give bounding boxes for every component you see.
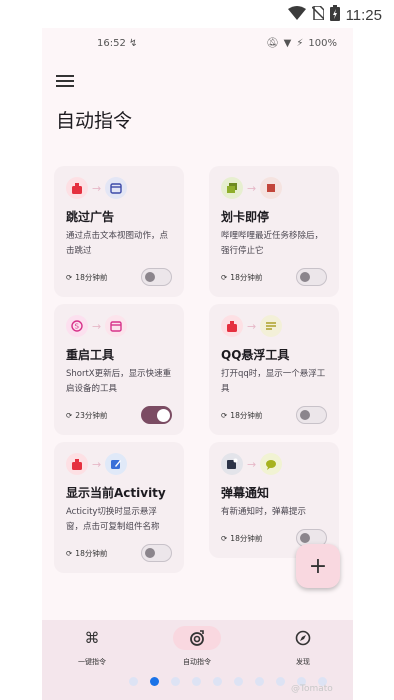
history-icon: ⟳	[66, 410, 73, 420]
sync-icon: ↯	[129, 38, 138, 49]
card-title: 重启工具	[66, 348, 115, 362]
card-qq-floating-tool[interactable]: → QQ悬浮工具 打开qq时，显示一个悬浮工具 ⟳ 18分钟前	[209, 304, 339, 435]
card-title: 跳过广告	[66, 210, 115, 224]
trigger-shortx-icon: S	[66, 315, 88, 337]
card-description: 打开qq时，显示一个悬浮工具	[221, 369, 326, 394]
system-status-bar: 11:25	[0, 0, 394, 28]
wifi-icon	[287, 6, 306, 24]
page-dot[interactable]	[129, 677, 138, 686]
last-run-time: ⟳ 18分钟前	[221, 533, 263, 543]
last-run-time: ⟳ 18分钟前	[66, 548, 108, 558]
mute-icon: 🔕︎	[265, 38, 279, 49]
card-description: Acticity切换时显示悬浮窗，点击可复制组件名称	[66, 507, 160, 532]
arrow-right-icon: →	[92, 319, 102, 333]
history-icon: ⟳	[221, 410, 228, 420]
nav-item-auto-command[interactable]: 自动指令	[157, 626, 237, 667]
enable-toggle[interactable]	[296, 406, 327, 424]
enable-toggle[interactable]	[141, 268, 172, 286]
nav-label: 一键指令	[78, 658, 106, 666]
phone-status-bar: 16:52 ↯ 🔕︎ ▼ ⚡︎ 100%	[42, 36, 353, 54]
arrow-right-icon: →	[247, 319, 257, 333]
hamburger-menu-icon[interactable]	[56, 72, 74, 88]
action-edit-icon	[105, 453, 128, 475]
compass-icon	[279, 626, 327, 650]
svg-text:S: S	[75, 323, 80, 331]
trigger-notification-icon	[221, 453, 243, 475]
page-dot[interactable]	[276, 677, 285, 686]
last-run-time: ⟳ 18分钟前	[221, 410, 263, 420]
card-swipe-stop[interactable]: → 划卡即停 哔哩哔哩最近任务移除后，强行停止它 ⟳ 18分钟前	[209, 166, 339, 297]
card-title: 弹幕通知	[221, 486, 270, 500]
history-icon: ⟳	[221, 272, 228, 282]
battery-level: 100%	[308, 38, 337, 49]
command-icon: ⌘	[84, 629, 100, 647]
trigger-robot-icon	[66, 453, 88, 475]
action-window-icon	[105, 315, 128, 337]
watermark: @Tomato	[291, 684, 333, 694]
card-restart-tool[interactable]: S → 重启工具 ShortX更新后，显示快速重启设备的工具 ⟳ 23分钟前	[54, 304, 184, 435]
wifi-icon: ▼	[283, 38, 292, 49]
card-description: 有新通知时，弹幕提示	[221, 507, 307, 517]
page-dot[interactable]	[171, 677, 180, 686]
enable-toggle[interactable]	[296, 268, 327, 286]
card-title: 划卡即停	[221, 210, 270, 224]
page-dot[interactable]	[213, 677, 222, 686]
system-clock: 11:25	[345, 6, 382, 24]
card-description: ShortX更新后，显示快速重启设备的工具	[66, 369, 172, 394]
last-run-time: ⟳ 18分钟前	[66, 272, 108, 282]
action-window-icon	[105, 177, 128, 199]
arrow-right-icon: →	[247, 181, 257, 195]
trigger-robot-icon	[66, 177, 88, 199]
page-dot[interactable]	[255, 677, 264, 686]
battery-charging-icon	[329, 5, 340, 25]
charging-icon: ⚡︎	[296, 38, 304, 49]
arrow-right-icon: →	[92, 181, 102, 195]
last-run-time: ⟳ 23分钟前	[66, 410, 108, 420]
app-screen: 16:52 ↯ 🔕︎ ▼ ⚡︎ 100% 自动指令 → 跳过广告 通过点击文本视…	[42, 28, 353, 700]
card-show-activity[interactable]: → 显示当前Activity Acticity切换时显示悬浮窗，点击可复制组件名…	[54, 442, 184, 573]
page-dot-active[interactable]	[150, 677, 159, 686]
action-stop-icon	[260, 177, 283, 199]
trigger-robot-icon	[221, 315, 243, 337]
arrow-right-icon: →	[247, 457, 257, 471]
nav-label: 自动指令	[183, 658, 211, 666]
card-description: 通过点击文本视图动作，点击跳过	[66, 231, 169, 256]
card-danmaku-notify[interactable]: → 弹幕通知 有新通知时，弹幕提示 ⟳ 18分钟前	[209, 442, 339, 558]
history-icon: ⟳	[66, 548, 73, 558]
action-chat-bubble-icon	[260, 453, 283, 475]
nav-item-discover[interactable]: 发现	[263, 626, 343, 667]
history-icon: ⟳	[221, 533, 228, 543]
arrow-right-icon: →	[92, 457, 102, 471]
auto-target-icon	[173, 626, 221, 650]
action-list-icon	[260, 315, 283, 337]
page-dot[interactable]	[192, 677, 201, 686]
card-title: QQ悬浮工具	[221, 348, 290, 362]
card-description: 哔哩哔哩最近任务移除后，强行停止它	[221, 231, 324, 256]
phone-clock: 16:52 ↯	[97, 38, 138, 49]
history-icon: ⟳	[66, 272, 73, 282]
nav-item-quick-command[interactable]: ⌘ 一键指令	[52, 626, 132, 667]
add-button[interactable]: +	[296, 544, 340, 588]
no-sim-icon	[311, 5, 325, 24]
enable-toggle[interactable]	[141, 406, 172, 424]
last-run-time: ⟳ 18分钟前	[221, 272, 263, 282]
enable-toggle[interactable]	[141, 544, 172, 562]
card-title: 显示当前Activity	[66, 486, 166, 500]
page-dot[interactable]	[234, 677, 243, 686]
card-skip-ads[interactable]: → 跳过广告 通过点击文本视图动作，点击跳过 ⟳ 18分钟前	[54, 166, 184, 297]
nav-label: 发现	[296, 658, 310, 666]
page-title: 自动指令	[56, 110, 133, 132]
trigger-layers-icon	[221, 177, 243, 199]
